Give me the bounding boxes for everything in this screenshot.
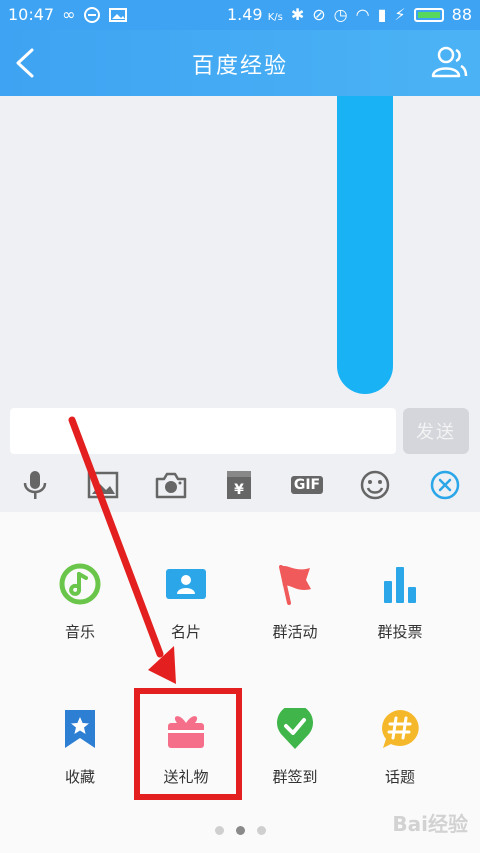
panel-item-music[interactable]: 音乐: [25, 563, 135, 673]
send-button[interactable]: 发送: [403, 408, 469, 454]
panel-item-favorites[interactable]: 收藏: [25, 708, 135, 818]
charging-icon: ⚡: [394, 5, 406, 24]
svg-text:¥: ¥: [234, 482, 244, 498]
panel-item-label: 音乐: [64, 623, 95, 641]
emoji-icon[interactable]: [358, 468, 392, 502]
highlight-box: [134, 688, 242, 800]
panel-item-label: 群签到: [272, 768, 318, 786]
message-bubble[interactable]: [337, 96, 393, 394]
status-bar: 10:47 ∞ 1.49 K/s ✱ ⊘ ◷ ◠ ▮ ⚡ 88: [0, 0, 480, 30]
bluetooth-icon: ✱: [290, 5, 305, 24]
bookmark-star-icon: [59, 708, 101, 750]
chat-area[interactable]: [0, 96, 480, 402]
page-dot[interactable]: [256, 826, 266, 835]
gif-icon[interactable]: GIF: [290, 468, 324, 502]
sync-icon: [84, 6, 101, 23]
page-dot-active[interactable]: [235, 826, 245, 835]
picture-icon: [109, 7, 128, 22]
panel-item-label: 群活动: [272, 623, 318, 641]
input-toolbar: ¥ GIF: [0, 460, 480, 512]
panel-item-label: 名片: [170, 623, 201, 641]
page-dot[interactable]: [214, 826, 224, 835]
infinity-icon: ∞: [62, 5, 76, 24]
music-icon: [59, 563, 101, 605]
panel-item-label: 群投票: [377, 623, 423, 641]
panel-item-label: 话题: [384, 768, 415, 786]
signal-icon: ▮: [377, 5, 387, 24]
input-row: 发送: [0, 402, 480, 460]
panel-item-group-vote[interactable]: 群投票: [345, 563, 455, 673]
red-packet-icon[interactable]: ¥: [222, 468, 256, 502]
message-input[interactable]: [10, 408, 396, 454]
group-members-icon[interactable]: [430, 44, 468, 80]
page-title: 百度经验: [191, 54, 288, 79]
mute-icon: ⊘: [312, 5, 326, 24]
watermark: Bai经验: [392, 812, 468, 836]
flag-icon: [274, 563, 316, 605]
panel-item-contact-card[interactable]: 名片: [131, 563, 241, 673]
alarm-icon: ◷: [333, 5, 348, 24]
panel-item-topic[interactable]: 话题: [345, 708, 455, 818]
battery-level: 88: [451, 5, 472, 24]
panel-item-label: 收藏: [64, 768, 95, 786]
close-circle-icon[interactable]: [428, 468, 462, 502]
wifi-icon: ◠: [355, 5, 370, 24]
network-speed: 1.49 K/s: [226, 5, 283, 24]
panel-item-group-checkin[interactable]: 群签到: [240, 708, 350, 818]
nav-bar: 百度经验: [0, 30, 480, 96]
battery-icon: [413, 7, 444, 22]
image-icon[interactable]: [86, 468, 120, 502]
bar-chart-icon: [379, 563, 421, 605]
panel-item-group-activity[interactable]: 群活动: [240, 563, 350, 673]
microphone-icon[interactable]: [18, 468, 52, 502]
camera-icon[interactable]: [154, 468, 188, 502]
hashtag-bubble-icon: [379, 708, 421, 750]
contact-card-icon: [165, 563, 207, 605]
check-location-icon: [274, 708, 316, 750]
status-time: 10:47: [8, 5, 55, 24]
